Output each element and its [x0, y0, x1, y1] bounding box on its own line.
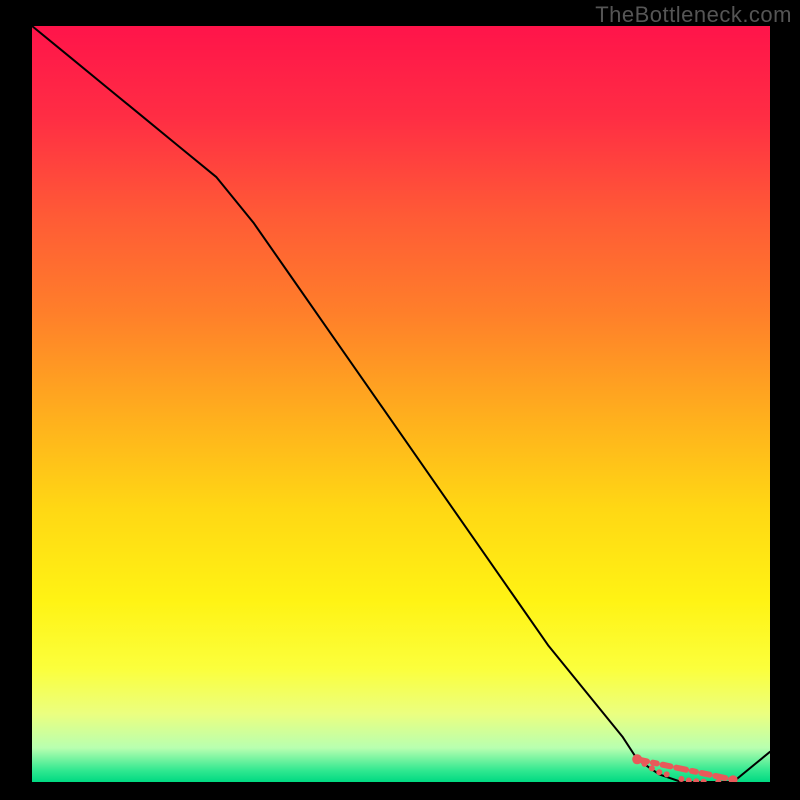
watermark-text: TheBottleneck.com: [595, 2, 792, 28]
data-point: [632, 754, 642, 764]
data-point: [642, 761, 648, 767]
bottleneck-chart: [32, 26, 770, 782]
gradient-background: [32, 26, 770, 782]
data-point: [656, 769, 662, 775]
data-point: [678, 776, 684, 782]
data-point: [664, 771, 670, 777]
chart-frame: TheBottleneck.com: [0, 0, 800, 800]
data-point: [649, 765, 655, 771]
